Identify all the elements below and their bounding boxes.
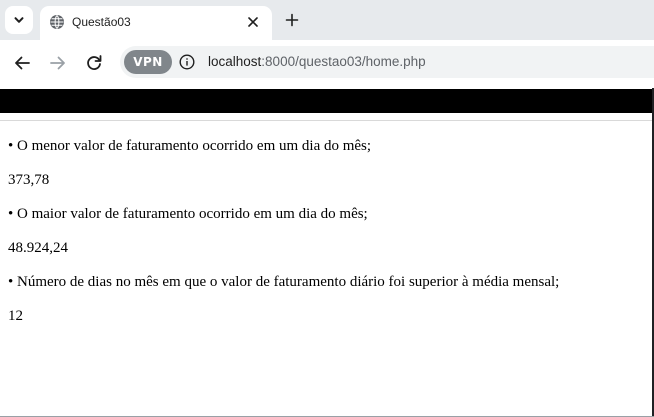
vpn-badge[interactable]: VPN — [124, 50, 172, 74]
tab-strip: Questão03 — [0, 0, 654, 40]
address-bar[interactable]: VPN localhost:8000/questao03/home.php — [120, 46, 654, 78]
tab-title: Questão03 — [72, 15, 131, 29]
info-icon[interactable] — [179, 54, 195, 70]
vpn-label: VPN — [133, 55, 163, 69]
days-above-average-value: 12 — [8, 308, 23, 324]
chevron-down-icon — [14, 17, 24, 23]
url-path: :8000/questao03/home.php — [261, 54, 426, 69]
reload-button[interactable] — [82, 51, 106, 75]
globe-icon — [50, 15, 64, 29]
back-button[interactable] — [10, 51, 34, 75]
max-revenue-label: • O maior valor de faturamento ocorrido … — [8, 206, 368, 222]
page-header-bar — [0, 89, 654, 113]
min-revenue-label: • O menor valor de faturamento ocorrido … — [8, 138, 372, 154]
days-above-average-label: • Número de dias no mês em que o valor d… — [8, 274, 560, 290]
arrow-left-icon — [15, 56, 30, 70]
min-revenue-value: 373,78 — [8, 172, 50, 188]
close-icon — [248, 17, 258, 27]
url-host: localhost — [208, 54, 262, 69]
page-divider — [0, 120, 654, 121]
active-tab[interactable]: Questão03 — [40, 6, 272, 40]
tab-search-button[interactable] — [5, 6, 33, 34]
plus-icon — [285, 13, 299, 27]
tab-close-button[interactable] — [244, 13, 262, 31]
new-tab-button[interactable] — [282, 10, 302, 30]
url-text[interactable]: localhost:8000/questao03/home.php — [208, 54, 426, 70]
arrow-right-icon — [50, 56, 65, 70]
forward-button[interactable] — [46, 51, 70, 75]
reload-icon — [87, 55, 102, 70]
page-content: • O menor valor de faturamento ocorrido … — [8, 137, 648, 341]
max-revenue-value: 48.924,24 — [8, 240, 68, 256]
browser-toolbar: VPN localhost:8000/questao03/home.php — [0, 40, 654, 86]
